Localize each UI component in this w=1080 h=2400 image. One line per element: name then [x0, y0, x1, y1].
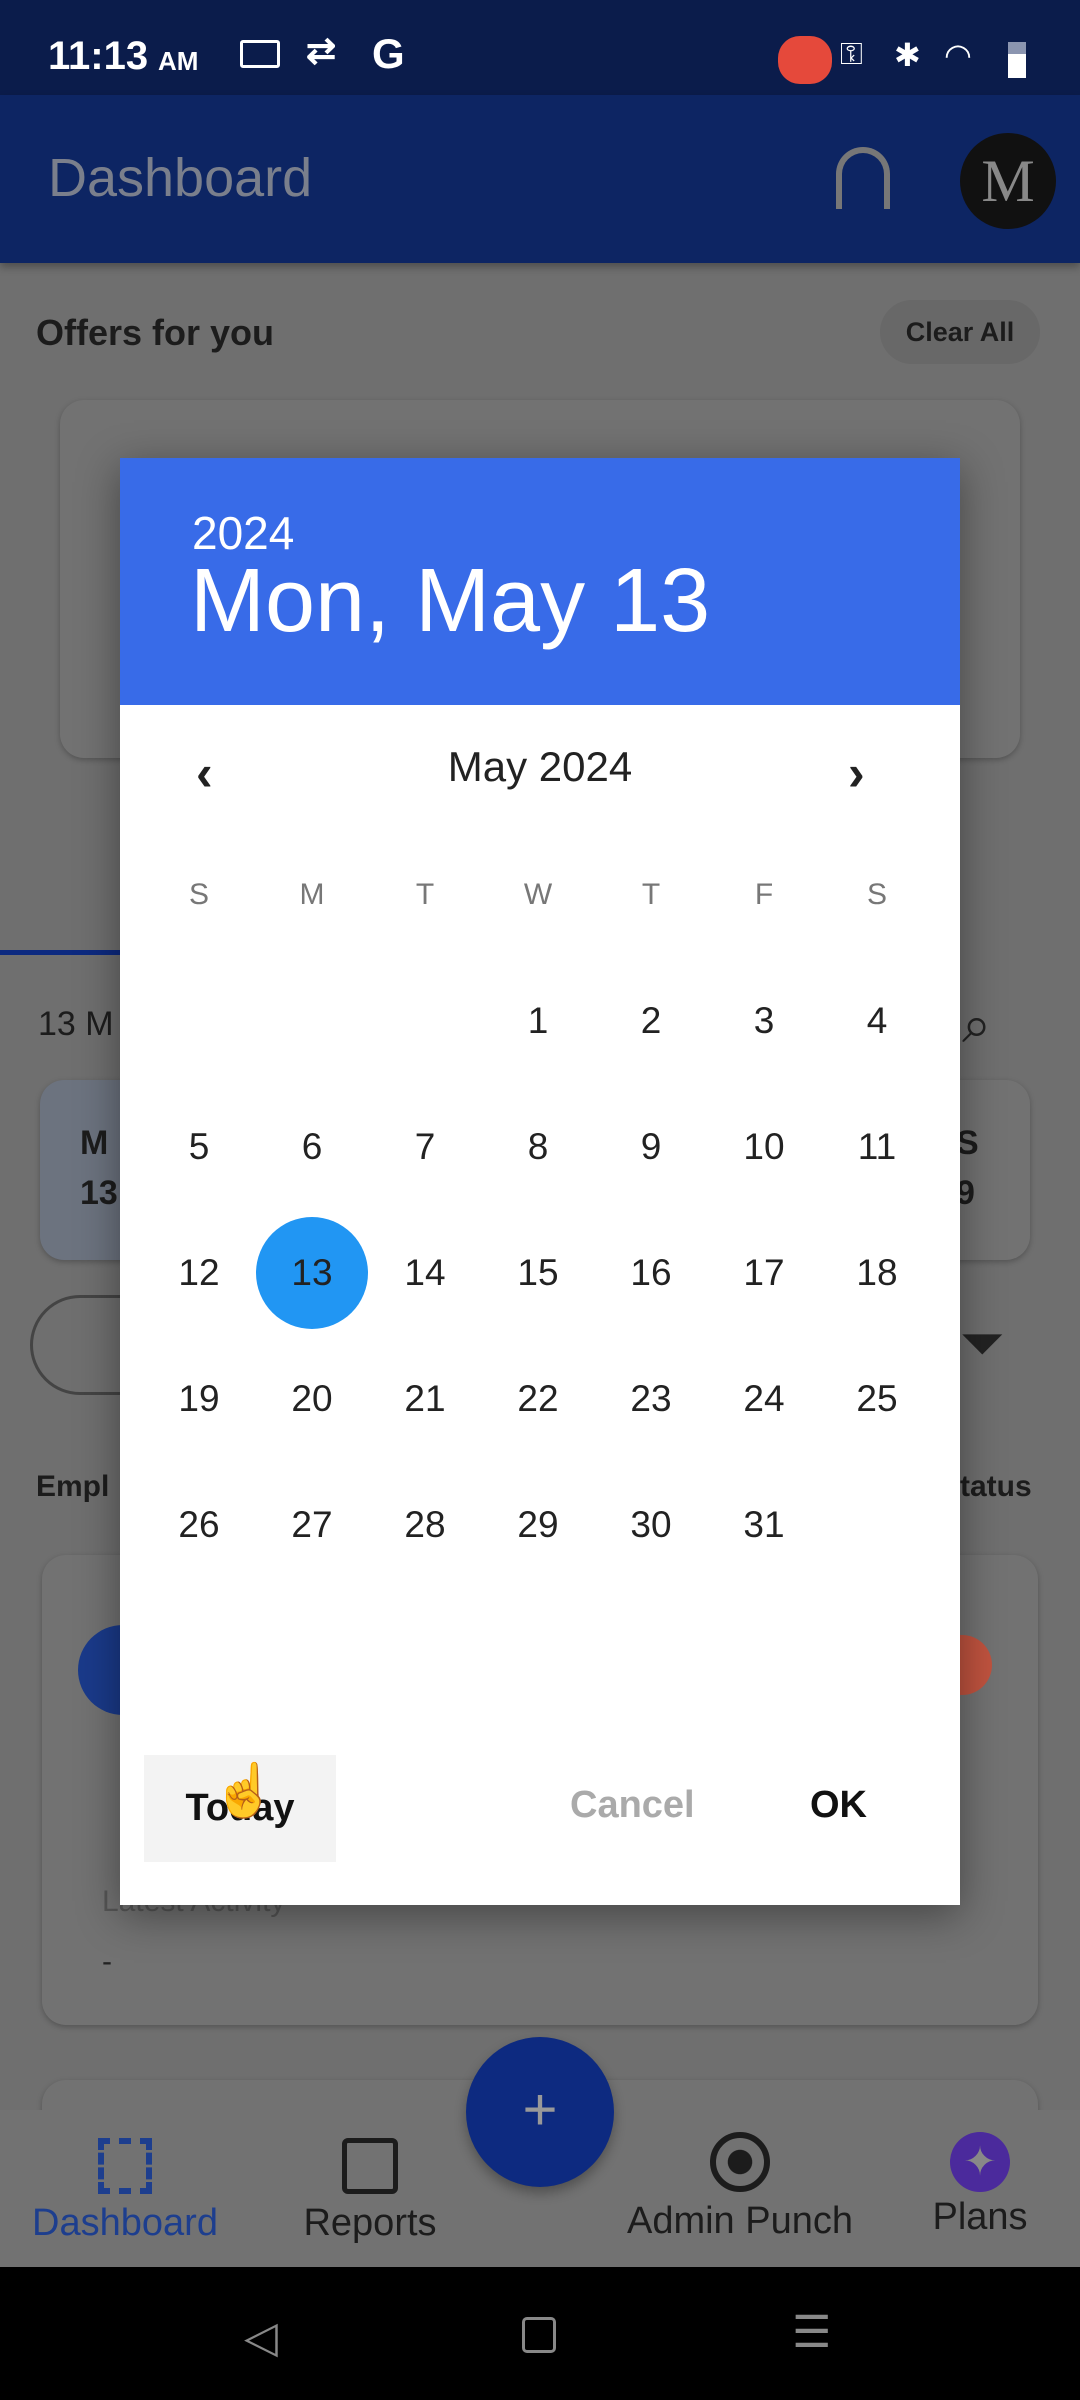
wifi-icon: ◠: [944, 37, 972, 73]
weekday-label: S: [188, 878, 209, 911]
nav-label: Admin Punch: [626, 2200, 853, 2242]
selected-date-label: Mon, May 13: [190, 551, 711, 651]
day-cell[interactable]: 14: [375, 1223, 475, 1323]
screen-record-icon: [240, 40, 280, 68]
search-icon[interactable]: ⌕: [962, 995, 991, 1056]
day-cell[interactable]: 4: [827, 971, 927, 1071]
summary-card-value: 13: [80, 1174, 118, 1212]
day-cell-selected[interactable]: 13: [256, 1217, 368, 1329]
day-cell[interactable]: 1: [488, 971, 588, 1071]
sparkle-icon: ✦: [950, 2132, 1010, 2192]
nav-label: Plans: [932, 2196, 1028, 2238]
day-cell[interactable]: 11: [827, 1097, 927, 1197]
weekday-label: S: [866, 878, 887, 911]
summary-card-label: M: [80, 1124, 109, 1162]
camera-recording-icon: [778, 36, 832, 84]
system-navigation-bar: ◁ ☰: [0, 2267, 1080, 2400]
day-cell[interactable]: 16: [601, 1223, 701, 1323]
nav-plans[interactable]: ✦ Plans: [880, 2110, 1080, 2268]
weekday-label: T: [641, 878, 661, 911]
add-fab-button[interactable]: +: [466, 2037, 614, 2187]
day-cell[interactable]: 9: [601, 1097, 701, 1197]
hand-cursor-icon: ☝: [212, 1762, 277, 1820]
weekday-label: F: [754, 878, 774, 911]
prev-month-button[interactable]: ‹: [196, 744, 213, 802]
filter-icon[interactable]: ⏷: [960, 1310, 1005, 1377]
weekday-label: T: [415, 878, 435, 911]
google-icon: G: [372, 30, 405, 77]
day-cell[interactable]: 7: [375, 1097, 475, 1197]
sync-icon: ⇄: [306, 30, 337, 71]
app-header: Dashboard M: [0, 95, 1080, 263]
nav-admin-punch[interactable]: Admin Punch: [600, 2110, 880, 2268]
date-picker-header: 2024 Mon, May 13: [120, 458, 960, 705]
day-cell[interactable]: 20: [262, 1349, 362, 1449]
page-title: Dashboard: [48, 148, 313, 208]
month-label: May 2024: [447, 743, 633, 790]
day-cell[interactable]: 23: [601, 1349, 701, 1449]
day-cell[interactable]: 18: [827, 1223, 927, 1323]
day-cell[interactable]: 5: [149, 1097, 249, 1197]
home-icon[interactable]: [522, 2317, 556, 2353]
avatar[interactable]: M: [960, 133, 1056, 229]
dashboard-icon: [98, 2138, 152, 2194]
bluetooth-icon: ✱: [894, 37, 921, 73]
day-cell[interactable]: 29: [488, 1475, 588, 1575]
day-cell[interactable]: 10: [714, 1097, 814, 1197]
day-cell[interactable]: 30: [601, 1475, 701, 1575]
day-cell[interactable]: 31: [714, 1475, 814, 1575]
target-icon: [710, 2132, 770, 2192]
day-cell[interactable]: 24: [714, 1349, 814, 1449]
day-cell[interactable]: 22: [488, 1349, 588, 1449]
latest-activity-value: -: [102, 1945, 112, 1978]
day-cell[interactable]: 21: [375, 1349, 475, 1449]
day-cell[interactable]: 8: [488, 1097, 588, 1197]
day-cell[interactable]: 17: [714, 1223, 814, 1323]
nav-dashboard[interactable]: Dashboard: [0, 2110, 250, 2268]
back-icon[interactable]: ◁: [244, 2312, 278, 2363]
weekday-label: W: [523, 878, 553, 911]
weekday-label: M: [299, 878, 325, 911]
day-cell[interactable]: 12: [149, 1223, 249, 1323]
status-bar: 11:13 AM ⇄ G ⚿ ✱ ◠: [0, 0, 1080, 95]
ok-button[interactable]: OK: [810, 1784, 867, 1827]
day-cell[interactable]: 6: [262, 1097, 362, 1197]
cancel-button[interactable]: Cancel: [570, 1784, 695, 1827]
offers-title: Offers for you: [36, 312, 275, 353]
tab-indicator: [0, 950, 120, 955]
day-cell[interactable]: 26: [149, 1475, 249, 1575]
nav-reports[interactable]: Reports: [250, 2110, 490, 2268]
day-cell[interactable]: 28: [375, 1475, 475, 1575]
nav-label: Dashboard: [32, 2202, 218, 2244]
next-month-button[interactable]: ›: [848, 744, 865, 802]
clear-all-button[interactable]: Clear All: [880, 300, 1040, 364]
battery-icon: [1008, 42, 1026, 78]
support-headset-icon[interactable]: [836, 147, 890, 209]
day-cell[interactable]: 19: [149, 1349, 249, 1449]
recents-icon[interactable]: ☰: [792, 2307, 831, 2358]
day-cell[interactable]: 2: [601, 971, 701, 1071]
date-picker-dialog: 2024 Mon, May 13 ‹ May 2024 › SMTWTFS 12…: [120, 458, 960, 1905]
day-cell[interactable]: 27: [262, 1475, 362, 1575]
day-cell[interactable]: 25: [827, 1349, 927, 1449]
employees-label: Empl: [36, 1470, 110, 1503]
status-time: 11:13: [48, 34, 149, 78]
chart-icon: [342, 2138, 398, 2194]
status-ampm: AM: [158, 46, 199, 76]
day-cell[interactable]: 15: [488, 1223, 588, 1323]
date-label: 13 M: [38, 1005, 114, 1043]
day-cell[interactable]: 3: [714, 971, 814, 1071]
vpn-key-icon: ⚿: [840, 38, 863, 71]
nav-label: Reports: [303, 2202, 437, 2244]
